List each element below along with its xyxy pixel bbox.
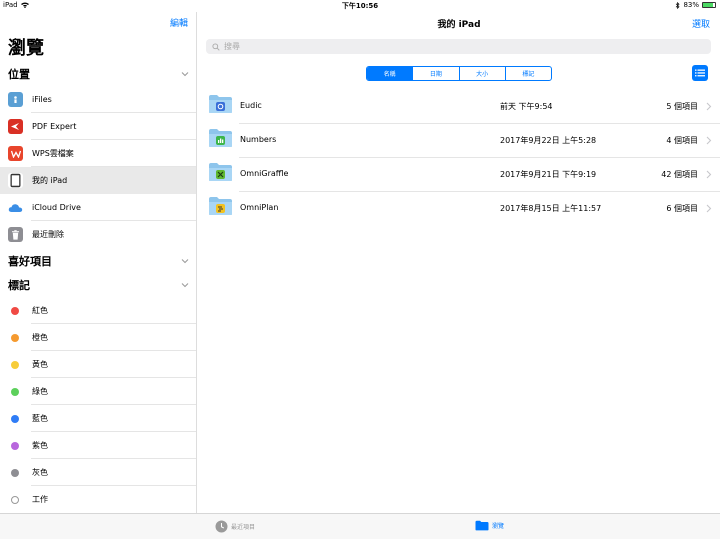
chevron-down-icon — [181, 283, 189, 288]
tag-dot-icon — [11, 361, 19, 369]
tag-yellow[interactable]: 黃色 — [0, 351, 196, 378]
icloud-icon — [8, 200, 23, 215]
tag-blue[interactable]: 藍色 — [0, 405, 196, 432]
tag-gray[interactable]: 灰色 — [0, 459, 196, 486]
folder-icon — [209, 163, 232, 181]
tab-recent[interactable]: 最近項目 — [215, 520, 255, 533]
folder-icon — [209, 197, 232, 215]
search-field[interactable]: 搜尋 — [206, 39, 711, 54]
sidebar: 編輯 瀏覽 位置 iFiles PDF Expert WPS雲檔案 我的 iPa… — [0, 12, 197, 513]
file-count: 4 個項目 — [666, 136, 698, 145]
location-ifiles[interactable]: iFiles — [0, 86, 196, 113]
tab-bar: 最近項目 瀏覽 — [0, 513, 720, 539]
file-row-eudic[interactable]: Eudic 前天 下午9:54 5 個項目 — [206, 90, 720, 124]
tag-dot-icon — [11, 388, 19, 396]
battery-icon — [702, 2, 716, 8]
file-date: 前天 下午9:54 — [500, 102, 553, 111]
tag-dot-icon — [11, 307, 19, 315]
chevron-right-icon — [706, 170, 712, 179]
tag-purple[interactable]: 紫色 — [0, 432, 196, 459]
list-icon — [695, 69, 705, 77]
file-name: Eudic — [240, 101, 262, 110]
file-name: OmniPlan — [240, 203, 279, 212]
location-pdf-expert[interactable]: PDF Expert — [0, 113, 196, 140]
tag-green[interactable]: 綠色 — [0, 378, 196, 405]
tag-dot-icon — [11, 415, 19, 423]
search-icon — [212, 42, 220, 51]
tags-section-header[interactable]: 標記 — [8, 275, 190, 295]
tag-red[interactable]: 紅色 — [0, 297, 196, 324]
select-button[interactable]: 選取 — [692, 17, 710, 30]
sort-by-size[interactable]: 大小 — [458, 67, 505, 80]
chevron-down-icon — [181, 72, 189, 77]
ifiles-icon — [8, 92, 23, 107]
location-icloud-drive[interactable]: iCloud Drive — [0, 194, 196, 221]
status-time: 下午10:56 — [341, 2, 379, 10]
file-row-numbers[interactable]: Numbers 2017年9月22日 上午5:28 4 個項目 — [206, 124, 720, 158]
page-title: 我的 iPad — [437, 20, 481, 30]
folder-fill-icon — [475, 520, 489, 531]
edit-button[interactable]: 編輯 — [170, 16, 188, 29]
trash-icon — [8, 227, 23, 242]
file-date: 2017年9月21日 下午9:19 — [500, 170, 597, 179]
sort-by-date[interactable]: 日期 — [412, 67, 458, 80]
favorites-section-header[interactable]: 喜好項目 — [8, 251, 190, 271]
search-input[interactable]: 搜尋 — [224, 41, 240, 52]
chevron-right-icon — [706, 102, 712, 111]
folder-icon — [209, 95, 232, 113]
file-row-omnigraffle[interactable]: OmniGraffle 2017年9月21日 下午9:19 42 個項目 — [206, 158, 720, 192]
sort-segmented-control: 名稱 日期 大小 標記 — [366, 66, 552, 81]
file-count: 5 個項目 — [666, 102, 698, 111]
tab-browse[interactable]: 瀏覽 — [475, 520, 504, 531]
tag-dot-icon — [11, 469, 19, 477]
wps-icon — [8, 146, 23, 161]
location-recently-deleted[interactable]: 最近刪除 — [0, 221, 196, 248]
tag-orange[interactable]: 橙色 — [0, 324, 196, 351]
file-date: 2017年9月22日 上午5:28 — [500, 136, 597, 145]
chevron-right-icon — [706, 136, 712, 145]
clock-icon — [215, 520, 228, 533]
pdf-expert-icon — [8, 119, 23, 134]
sort-by-tags[interactable]: 標記 — [504, 67, 551, 80]
list-view-button[interactable] — [692, 65, 708, 81]
location-my-ipad[interactable]: 我的 iPad — [0, 167, 196, 194]
file-name: Numbers — [240, 135, 277, 144]
status-bar: iPad 下午10:56 83% — [0, 0, 720, 12]
folder-icon — [209, 129, 232, 147]
locations-section-header[interactable]: 位置 — [8, 64, 190, 84]
bluetooth-icon — [676, 1, 680, 9]
file-name: OmniGraffle — [240, 169, 289, 178]
tag-dot-empty-icon — [11, 496, 19, 504]
tag-dot-icon — [11, 334, 19, 342]
chevron-down-icon — [181, 259, 189, 264]
battery-percent: 83% — [683, 1, 699, 9]
file-count: 42 個項目 — [661, 170, 698, 179]
sort-by-name[interactable]: 名稱 — [367, 67, 413, 80]
files-app: iPad 下午10:56 83% 編輯 瀏覽 位置 iFiles PDF Exp… — [0, 0, 720, 539]
tag-dot-icon — [11, 442, 19, 450]
file-count: 6 個項目 — [666, 204, 698, 213]
ipad-icon — [8, 173, 23, 188]
main-pane: 我的 iPad 選取 搜尋 名稱 日期 大小 標記 Eudic 前天 下午9:5… — [198, 12, 720, 513]
location-wps[interactable]: WPS雲檔案 — [0, 140, 196, 167]
sidebar-title: 瀏覽 — [8, 38, 44, 59]
chevron-right-icon — [706, 204, 712, 213]
file-row-omniplan[interactable]: OmniPlan 2017年8月15日 上午11:57 6 個項目 — [206, 192, 720, 226]
file-date: 2017年8月15日 上午11:57 — [500, 204, 602, 213]
tag-work[interactable]: 工作 — [0, 486, 196, 513]
